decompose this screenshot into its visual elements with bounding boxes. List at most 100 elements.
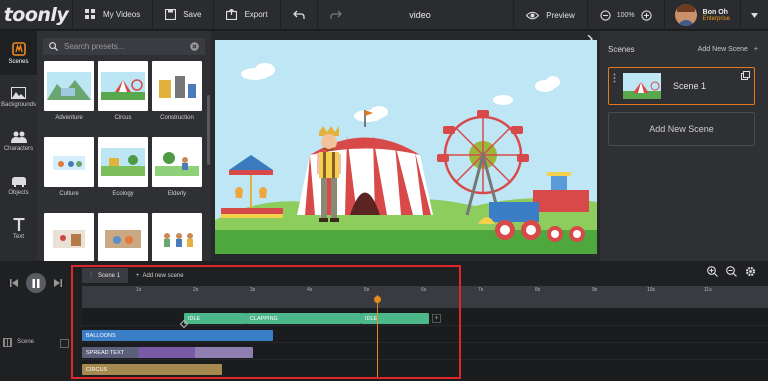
clip-spread-text[interactable]: SPREAD TEXT <box>82 347 253 358</box>
timeline-zoom-controls <box>707 266 756 277</box>
clip-clapping[interactable]: CLAPPING <box>246 313 361 324</box>
app-logo[interactable]: toonly <box>0 0 72 30</box>
gear-icon[interactable] <box>745 266 756 277</box>
scene-name: Scene 1 <box>673 81 707 91</box>
clip-balloons[interactable]: BALLOONS <box>82 330 273 341</box>
video-title[interactable]: video <box>370 10 470 20</box>
preset-thumb-ecology <box>98 137 148 187</box>
zoom-out-icon[interactable] <box>726 266 737 277</box>
add-new-scene-button[interactable]: Add New Scene <box>608 112 755 146</box>
undo-button[interactable] <box>279 0 317 30</box>
scenes-icon <box>11 41 26 56</box>
preset-card-adventure[interactable]: Adventure <box>44 61 94 133</box>
play-pause-button[interactable] <box>26 273 46 293</box>
preset-thumb-circus <box>98 61 148 111</box>
rail-item-scenes[interactable]: Scenes <box>0 31 37 75</box>
user-name: Bon Oh <box>702 8 728 16</box>
preset-card-elderly[interactable]: Elderly <box>152 137 202 209</box>
clip-add-icon[interactable]: + <box>432 314 441 323</box>
clip-idle-1[interactable]: IDLE <box>184 313 246 324</box>
preset-card-circus[interactable]: Circus <box>98 61 148 133</box>
timeline-ruler[interactable]: 1s 2s 3s 4s 5s 6s 7s 8s 9s 10s 11s <box>82 286 768 308</box>
preset-scrollbar[interactable] <box>207 95 210 165</box>
preset-thumb-construction <box>152 61 202 111</box>
top-toolbar: toonly My Videos Save Export video Previ… <box>0 0 768 30</box>
preset-label: Culture <box>59 191 79 197</box>
export-button[interactable]: Export <box>213 0 279 30</box>
my-videos-button[interactable]: My Videos <box>72 0 152 30</box>
preset-card-7[interactable] <box>44 213 94 261</box>
pause-icon <box>32 278 40 288</box>
timeline-add-scene[interactable]: + Add new scene <box>128 273 184 279</box>
search-icon <box>49 42 58 51</box>
preset-label: Adventure <box>55 115 83 121</box>
playback-controls <box>0 268 72 298</box>
scene-canvas[interactable] <box>215 40 597 254</box>
scene-card[interactable]: Scene 1 <box>608 67 755 105</box>
rail-label-objects: Objects <box>8 189 29 196</box>
redo-button[interactable] <box>316 0 354 30</box>
preset-card-8[interactable] <box>98 213 148 261</box>
rail-item-text[interactable]: Text <box>0 207 37 251</box>
preset-thumb-culture <box>44 137 94 187</box>
duplicate-icon[interactable] <box>741 71 750 80</box>
zoom-in-icon[interactable] <box>707 266 718 277</box>
export-icon <box>226 9 238 20</box>
rail-item-characters[interactable]: Characters <box>0 119 37 163</box>
zoom-level: 100% <box>616 11 635 19</box>
skip-back-icon[interactable] <box>10 279 18 287</box>
track-divider <box>82 359 768 360</box>
zoom-in-icon[interactable] <box>640 9 652 21</box>
track-visibility-icon[interactable] <box>3 338 12 347</box>
plus-icon: + <box>753 46 758 53</box>
rail-item-objects[interactable]: Objects <box>0 163 37 207</box>
drag-handle-icon: ⋮ <box>88 273 94 279</box>
tick-label: 9s <box>592 287 598 293</box>
rail-label-text: Text <box>12 234 24 240</box>
presets-panel: Adventure Circus Construction Culture <box>37 31 211 261</box>
user-dropdown[interactable] <box>740 0 768 30</box>
preset-card-construction[interactable]: Construction <box>152 61 202 133</box>
timeline-tab-scene-1[interactable]: ⋮ Scene 1 <box>82 268 129 283</box>
zoom-out-icon[interactable] <box>600 9 611 21</box>
save-button[interactable]: Save <box>152 0 213 30</box>
my-videos-label: My Videos <box>103 10 141 19</box>
preset-label: Elderly <box>167 191 187 197</box>
preset-label: Construction <box>160 115 194 121</box>
save-icon <box>165 9 177 20</box>
drag-handle-icon[interactable] <box>613 73 616 83</box>
tick-label: 1s <box>136 287 142 293</box>
preview-button[interactable]: Preview <box>513 0 586 30</box>
circus-scene-illustration <box>215 40 597 254</box>
playhead[interactable] <box>377 295 378 379</box>
clip-idle-2[interactable]: IDLE <box>361 313 429 324</box>
user-menu[interactable]: Bon Oh Enterprise <box>663 0 740 30</box>
tick-label: 10s <box>647 287 656 293</box>
track-lock-icon[interactable] <box>60 339 69 348</box>
tick-label: 11s <box>704 287 712 293</box>
add-new-scene-link[interactable]: Add New Scene + <box>698 46 758 53</box>
asset-category-rail: Scenes Backgrounds Characters Objects Te… <box>0 31 37 261</box>
tick-label: 2s <box>193 287 199 293</box>
preview-label: Preview <box>546 10 575 20</box>
preset-card-culture[interactable]: Culture <box>44 137 94 209</box>
text-icon <box>13 218 24 231</box>
preset-card-ecology[interactable]: Ecology <box>98 137 148 209</box>
preset-search-input[interactable] <box>64 42 184 51</box>
timeline-tab-label: Scene 1 <box>98 272 121 279</box>
characters-icon <box>10 131 27 143</box>
tick-label: 6s <box>421 287 427 293</box>
preset-thumb-9 <box>152 213 202 261</box>
track-label-scene: Scene <box>17 339 35 345</box>
playhead-handle[interactable] <box>374 296 381 303</box>
preset-card-9[interactable] <box>152 213 202 261</box>
preset-thumb-7 <box>44 213 94 261</box>
tick-label: 5s <box>364 287 370 293</box>
preset-thumb-elderly <box>152 137 202 187</box>
skip-forward-icon[interactable] <box>54 279 62 287</box>
clip-circus[interactable]: CIRCUS <box>82 364 222 375</box>
clear-search-icon[interactable] <box>190 42 199 51</box>
rail-label-backgrounds: Backgrounds <box>0 101 37 108</box>
rail-item-backgrounds[interactable]: Backgrounds <box>0 75 37 119</box>
avatar <box>674 4 697 26</box>
